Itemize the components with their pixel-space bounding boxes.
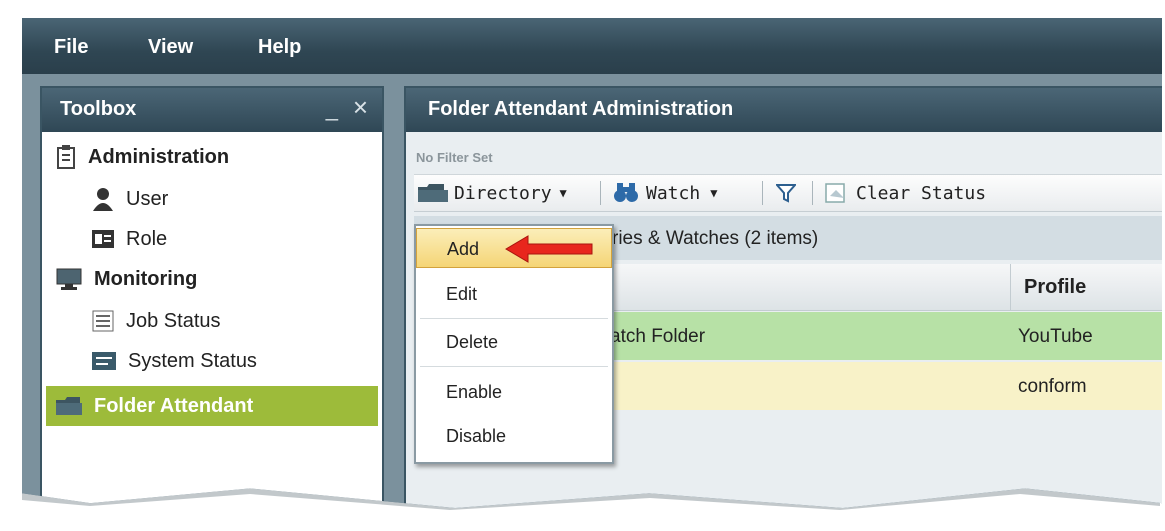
- clear-status-icon: [825, 183, 845, 203]
- row-name-cell: atch Folder: [610, 326, 706, 347]
- menu-item-delete[interactable]: Delete: [416, 322, 612, 362]
- menu-item-label: Disable: [446, 426, 507, 446]
- menu-separator: [420, 366, 608, 367]
- toolbox-title: Toolbox: [60, 98, 137, 120]
- directory-label: Directory: [454, 182, 552, 204]
- tree-item-monitoring[interactable]: Monitoring: [56, 262, 197, 296]
- toolbox-panel: Toolbox _ × Administration User Role Mon…: [40, 86, 384, 508]
- status-icon: [92, 352, 116, 370]
- menu-item-label: Add: [447, 239, 480, 259]
- tree-item-user[interactable]: User: [92, 182, 168, 216]
- monitor-icon: [56, 268, 82, 290]
- menu-item-label: Edit: [446, 284, 478, 304]
- user-icon: [93, 188, 113, 211]
- column-divider: [1010, 264, 1011, 310]
- menu-item-label: Enable: [446, 382, 503, 402]
- toolbar-divider: [600, 181, 601, 205]
- menu-item-enable[interactable]: Enable: [416, 372, 612, 412]
- row-profile-cell: conform: [1018, 376, 1087, 397]
- menu-view[interactable]: View: [148, 36, 193, 59]
- tree-item-label: Role: [126, 227, 168, 250]
- tree-item-label: User: [126, 187, 169, 210]
- screenshot-frame: File View Help Toolbox _ × Administratio…: [10, 8, 1165, 528]
- menu-help[interactable]: Help: [258, 36, 301, 59]
- tree-item-label: Job Status: [126, 309, 221, 332]
- list-icon: [92, 310, 114, 332]
- column-profile[interactable]: Profile: [1024, 276, 1086, 299]
- toolbar: Directory ▼ Watch ▼ Clear Status: [414, 174, 1162, 212]
- directory-button[interactable]: Directory ▼: [418, 180, 567, 206]
- toolbox-header: Toolbox _ ×: [42, 88, 382, 132]
- tree-item-label: Folder Attendant: [94, 394, 254, 417]
- application-window: File View Help Toolbox _ × Administratio…: [22, 18, 1162, 508]
- tree-item-role[interactable]: Role: [92, 222, 167, 256]
- tree-item-administration[interactable]: Administration: [56, 140, 229, 174]
- menu-file[interactable]: File: [54, 36, 88, 59]
- toolbar-divider: [762, 181, 763, 205]
- workspace: Toolbox _ × Administration User Role Mon…: [22, 74, 1162, 508]
- watch-label: Watch: [646, 182, 701, 204]
- row-profile-cell: YouTube: [1018, 326, 1093, 347]
- menu-item-label: Delete: [446, 332, 499, 352]
- chevron-down-icon: ▼: [710, 186, 718, 200]
- toolbar-divider: [812, 181, 813, 205]
- id-card-icon: [92, 230, 114, 248]
- clipboard-icon: [57, 145, 75, 169]
- menu-bar: File View Help: [22, 18, 1162, 74]
- clear-status-label: Clear Status: [856, 182, 987, 204]
- menu-separator: [420, 318, 608, 319]
- menu-item-edit[interactable]: Edit: [416, 274, 612, 314]
- filter-status: No Filter Set: [416, 150, 493, 165]
- filter-button[interactable]: [776, 180, 796, 206]
- tree-item-label: System Status: [128, 349, 257, 372]
- admin-header: Folder Attendant Administration: [406, 88, 1162, 132]
- watch-button[interactable]: Watch ▼: [614, 180, 717, 206]
- clear-status-button[interactable]: Clear Status: [824, 180, 986, 206]
- tree-item-folder-attendant[interactable]: Folder Attendant: [46, 386, 378, 426]
- chevron-down-icon: ▼: [559, 186, 567, 200]
- close-icon[interactable]: ×: [353, 92, 368, 123]
- tree-item-label: Monitoring: [94, 267, 198, 290]
- annotation-arrow-icon: [505, 235, 593, 263]
- menu-item-disable[interactable]: Disable: [416, 416, 612, 456]
- minimize-icon[interactable]: _: [326, 96, 338, 122]
- tree-item-label: Administration: [88, 145, 230, 168]
- group-title: ries & Watches (2 items): [612, 228, 819, 249]
- admin-title: Folder Attendant Administration: [428, 98, 734, 120]
- tree-item-job-status[interactable]: Job Status: [92, 304, 221, 338]
- tree-item-system-status[interactable]: System Status: [92, 344, 257, 378]
- folder-icon: [418, 184, 448, 202]
- filter-icon: [776, 184, 796, 203]
- binoculars-icon: [614, 183, 638, 202]
- folder-icon: [56, 397, 82, 415]
